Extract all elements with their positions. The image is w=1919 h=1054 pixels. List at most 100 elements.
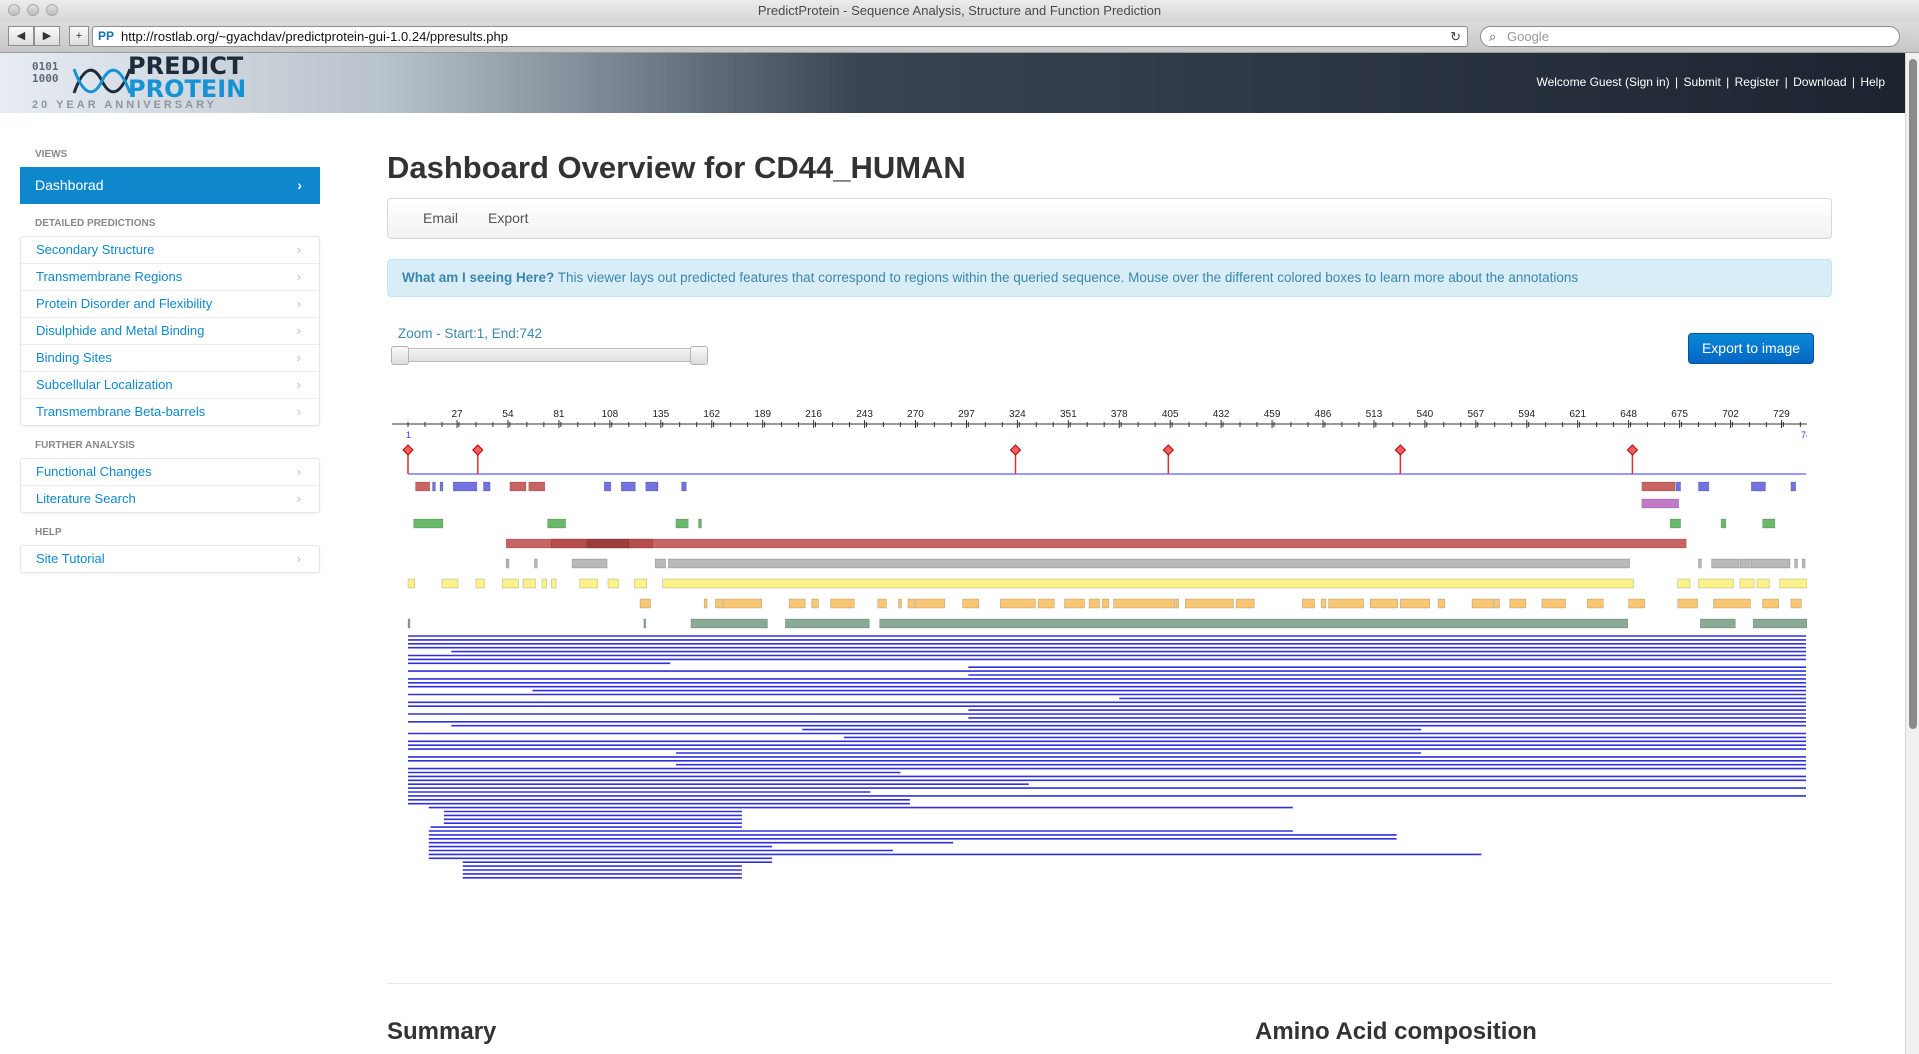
feature-box-red xyxy=(509,481,527,492)
feature-box-slate xyxy=(785,618,870,629)
forward-button[interactable]: ▶ xyxy=(34,26,60,46)
sidebar-item-secondary-structure[interactable]: Secondary Structure › xyxy=(21,237,319,263)
feature-box-orange xyxy=(1101,598,1110,609)
feature-box-orange xyxy=(915,598,946,609)
sidebar-item-label: Site Tutorial xyxy=(36,551,105,566)
submit-link[interactable]: Submit xyxy=(1683,75,1720,89)
feature-box-orange xyxy=(1437,598,1446,609)
feature-box-green xyxy=(698,518,702,529)
link-separator: | xyxy=(1851,75,1855,89)
export-link[interactable]: Export xyxy=(488,210,528,226)
feature-box-orange xyxy=(1301,598,1315,609)
download-link[interactable]: Download xyxy=(1793,75,1846,89)
sidebar-item-dashboard[interactable]: Dashborad › xyxy=(20,167,320,204)
feature-box-slate xyxy=(1752,618,1807,629)
feature-box-orange xyxy=(788,598,806,609)
welcome-signin-link[interactable]: Welcome Guest (Sign in) xyxy=(1536,75,1669,89)
feature-box-orange xyxy=(1762,598,1780,609)
address-bar[interactable]: PP http://rostlab.org/~gyachdav/predictp… xyxy=(92,26,1468,47)
ruler-tick-label: 540 xyxy=(1417,409,1434,420)
feature-box-green xyxy=(1762,518,1776,529)
chevron-right-icon: › xyxy=(296,296,301,311)
back-button[interactable]: ◀ xyxy=(8,26,34,46)
sidebar-item-transmembrane-regions[interactable]: Transmembrane Regions › xyxy=(21,263,319,290)
sidebar-item-label: Disulphide and Metal Binding xyxy=(36,323,205,338)
sidebar-item-label: Subcellular Localization xyxy=(36,377,173,392)
logo[interactable]: PREDICT PROTEIN xyxy=(128,54,246,101)
feature-box-orange xyxy=(1113,598,1176,609)
feature-box-blue xyxy=(439,481,444,492)
reload-icon[interactable]: ↻ xyxy=(1450,27,1461,46)
sidebar-item-binding-sites[interactable]: Binding Sites › xyxy=(21,344,319,371)
sidebar-item-protein-disorder-and-flexibility[interactable]: Protein Disorder and Flexibility › xyxy=(21,290,319,317)
feature-box-gray xyxy=(1750,558,1791,569)
ruler-tick-label: 54 xyxy=(502,409,514,420)
scrollbar-thumb[interactable] xyxy=(1909,59,1917,729)
close-window-icon[interactable] xyxy=(8,4,20,16)
sidebar-item-subcellular-localization[interactable]: Subcellular Localization › xyxy=(21,371,319,398)
feature-box-yellow xyxy=(502,578,519,589)
feature-box-orange xyxy=(1471,598,1495,609)
zoom-end-handle[interactable] xyxy=(690,346,708,365)
feature-box-yellow xyxy=(1677,578,1691,589)
ruler-tick-label: 459 xyxy=(1264,409,1281,420)
export-image-button[interactable]: Export to image xyxy=(1688,333,1814,364)
feature-box-orange xyxy=(1628,598,1646,609)
ruler-tick-label: 513 xyxy=(1366,409,1383,420)
feature-box-gray xyxy=(534,558,538,569)
feature-box-orange xyxy=(1088,598,1100,609)
feature-box-dark-red xyxy=(505,538,1687,549)
search-placeholder: Google xyxy=(1507,29,1549,44)
feature-box-blue xyxy=(1675,481,1681,492)
feature-box-slate xyxy=(690,618,768,629)
feature-box-orange xyxy=(639,598,651,609)
detailed-predictions-header: DETAILED PREDICTIONS xyxy=(35,218,156,229)
feature-box-green xyxy=(547,518,566,529)
sequence-start-label: 1 xyxy=(406,430,411,440)
ruler-tick-label: 162 xyxy=(703,409,720,420)
zoom-slider[interactable] xyxy=(391,346,708,365)
top-links: Welcome Guest (Sign in) | Submit | Regis… xyxy=(1536,75,1885,89)
feature-box-gray xyxy=(1794,558,1798,569)
logo-tagline: 20 YEAR ANNIVERSARY xyxy=(32,99,217,111)
zoom-window-icon[interactable] xyxy=(46,4,58,16)
site-marker-icon xyxy=(1009,444,1022,456)
sidebar-item-transmembrane-beta-barrels[interactable]: Transmembrane Beta-barrels › xyxy=(21,398,319,425)
info-alert: What am I seeing Here? This viewer lays … xyxy=(387,259,1832,297)
site-marker-icon xyxy=(1394,444,1407,456)
feature-box-blue xyxy=(432,481,436,492)
sidebar-item-disulphide-and-metal-binding[interactable]: Disulphide and Metal Binding › xyxy=(21,317,319,344)
sidebar-item-functional-changes[interactable]: Functional Changes › xyxy=(21,459,319,485)
chevron-right-icon: › xyxy=(296,464,301,479)
zoom-start-handle[interactable] xyxy=(391,346,409,365)
feature-box-orange xyxy=(898,598,902,609)
search-field[interactable]: ⌕ Google xyxy=(1480,26,1900,47)
ruler-tick-label: 108 xyxy=(602,409,619,420)
vertical-scrollbar[interactable] xyxy=(1905,53,1919,1054)
feature-box-blue xyxy=(452,481,478,492)
browser-toolbar: ◀ ▶ + PP http://rostlab.org/~gyachdav/pr… xyxy=(0,22,1919,53)
sidebar-item-literature-search[interactable]: Literature Search › xyxy=(21,485,319,512)
email-link[interactable]: Email xyxy=(423,210,458,226)
register-link[interactable]: Register xyxy=(1735,75,1780,89)
favicon-icon: PP xyxy=(98,29,115,43)
ruler-tick-label: 324 xyxy=(1009,409,1026,420)
sequence-end-label: 742 xyxy=(1801,430,1807,440)
ruler-tick-label: 405 xyxy=(1162,409,1179,420)
site-marker-icon xyxy=(402,444,414,456)
sidebar-item-site-tutorial[interactable]: Site Tutorial › xyxy=(21,546,319,572)
add-bookmark-button[interactable]: + xyxy=(69,26,89,46)
window-title: PredictProtein - Sequence Analysis, Stru… xyxy=(757,3,1162,18)
feature-box-blue xyxy=(1790,481,1796,492)
feature-box-orange xyxy=(1677,598,1698,609)
feature-box-blue xyxy=(620,481,636,492)
ruler-tick-label: 378 xyxy=(1111,409,1128,420)
feature-box-orange xyxy=(1328,598,1364,609)
chevron-right-icon: › xyxy=(296,491,301,506)
minimize-window-icon[interactable] xyxy=(27,4,39,16)
help-link[interactable]: Help xyxy=(1860,75,1885,89)
feature-box-purple xyxy=(1641,498,1680,509)
feature-box-orange xyxy=(703,598,708,609)
feature-viewer[interactable]: 27 54 81 108 135 162 189 216 243 270 297 324 351 378 4… xyxy=(387,396,1807,946)
chevron-right-icon: › xyxy=(297,177,302,193)
